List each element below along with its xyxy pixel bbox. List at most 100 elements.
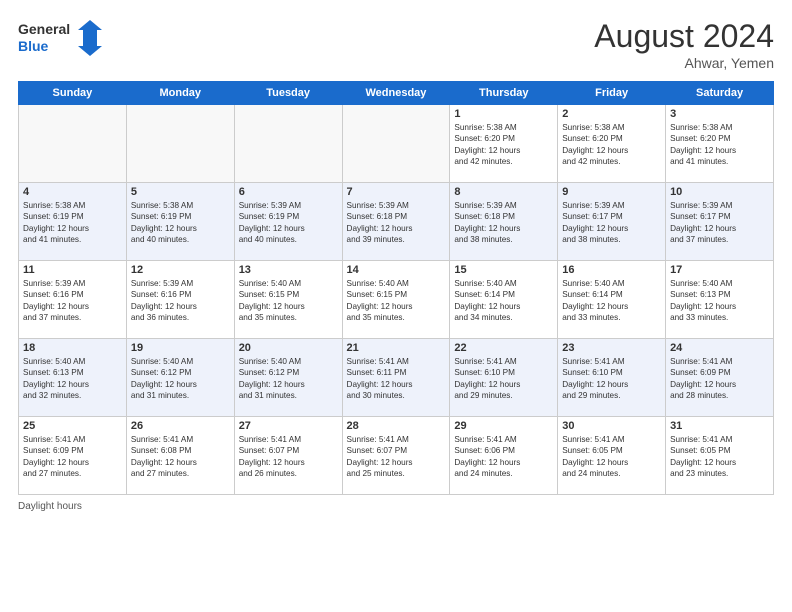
col-friday: Friday <box>558 82 666 105</box>
table-row: 31Sunrise: 5:41 AM Sunset: 6:05 PM Dayli… <box>666 417 774 495</box>
day-number: 18 <box>23 342 122 354</box>
col-thursday: Thursday <box>450 82 558 105</box>
day-number: 24 <box>670 342 769 354</box>
day-number: 29 <box>454 420 553 432</box>
day-number: 22 <box>454 342 553 354</box>
title-block: August 2024 Ahwar, Yemen <box>594 18 774 71</box>
day-info: Sunrise: 5:41 AM Sunset: 6:10 PM Dayligh… <box>454 356 553 402</box>
col-monday: Monday <box>126 82 234 105</box>
day-info: Sunrise: 5:41 AM Sunset: 6:06 PM Dayligh… <box>454 434 553 480</box>
col-tuesday: Tuesday <box>234 82 342 105</box>
day-number: 1 <box>454 108 553 120</box>
day-info: Sunrise: 5:39 AM Sunset: 6:16 PM Dayligh… <box>23 278 122 324</box>
day-info: Sunrise: 5:39 AM Sunset: 6:18 PM Dayligh… <box>347 200 446 246</box>
table-row: 18 Sunrise: 5:40 AM Sunset: 6:13 PM Dayli… <box>19 339 127 417</box>
day-info: Sunrise: 5:41 AM Sunset: 6:10 PM Dayligh… <box>562 356 661 402</box>
footer: Daylight hours <box>18 501 774 512</box>
day-info: Sunrise: 5:39 AM Sunset: 6:19 PM Dayligh… <box>239 200 338 246</box>
day-info: Sunrise: 5:40 AM Sunset: 6:14 PM Dayligh… <box>562 278 661 324</box>
table-row: 20 Sunrise: 5:40 AM Sunset: 6:12 PM Dayli… <box>234 339 342 417</box>
day-info: Sunrise: 5:40 AM Sunset: 6:15 PM Dayligh… <box>239 278 338 324</box>
day-number: 23 <box>562 342 661 354</box>
day-number: 20 <box>239 342 338 354</box>
day-number: 10 <box>670 186 769 198</box>
day-info: Sunrise: 5:40 AM Sunset: 6:12 PM Dayligh… <box>131 356 230 402</box>
table-row: 9Sunrise: 5:39 AM Sunset: 6:17 PM Daylig… <box>558 183 666 261</box>
day-info: Sunrise: 5:41 AM Sunset: 6:11 PM Dayligh… <box>347 356 446 402</box>
day-number: 6 <box>239 186 338 198</box>
day-number: 21 <box>347 342 446 354</box>
day-info: Sunrise: 5:39 AM Sunset: 6:18 PM Dayligh… <box>454 200 553 246</box>
day-info: Sunrise: 5:38 AM Sunset: 6:20 PM Dayligh… <box>454 122 553 168</box>
calendar-header-row: Sunday Monday Tuesday Wednesday Thursday… <box>19 82 774 105</box>
day-number: 19 <box>131 342 230 354</box>
table-row: 28Sunrise: 5:41 AM Sunset: 6:07 PM Dayli… <box>342 417 450 495</box>
table-row: 8 Sunrise: 5:39 AM Sunset: 6:18 PM Daylig… <box>450 183 558 261</box>
svg-text:Blue: Blue <box>18 38 49 54</box>
table-row: 21 Sunrise: 5:41 AM Sunset: 6:11 PM Dayli… <box>342 339 450 417</box>
day-info: Sunrise: 5:38 AM Sunset: 6:20 PM Dayligh… <box>670 122 769 168</box>
day-info: Sunrise: 5:41 AM Sunset: 6:07 PM Dayligh… <box>347 434 446 480</box>
day-info: Sunrise: 5:41 AM Sunset: 6:05 PM Dayligh… <box>562 434 661 480</box>
table-row: 19 Sunrise: 5:40 AM Sunset: 6:12 PM Dayli… <box>126 339 234 417</box>
day-number: 16 <box>562 264 661 276</box>
logo-svg: General Blue <box>18 18 108 60</box>
day-info: Sunrise: 5:40 AM Sunset: 6:13 PM Dayligh… <box>23 356 122 402</box>
daylight-label: Daylight hours <box>18 501 82 512</box>
table-row: 16 Sunrise: 5:40 AM Sunset: 6:14 PM Dayli… <box>558 261 666 339</box>
day-number: 11 <box>23 264 122 276</box>
header: General Blue August 2024 Ahwar, Yemen <box>18 18 774 71</box>
day-number: 4 <box>23 186 122 198</box>
day-info: Sunrise: 5:41 AM Sunset: 6:09 PM Dayligh… <box>23 434 122 480</box>
day-number: 27 <box>239 420 338 432</box>
day-info: Sunrise: 5:40 AM Sunset: 6:13 PM Dayligh… <box>670 278 769 324</box>
day-number: 8 <box>454 186 553 198</box>
col-sunday: Sunday <box>19 82 127 105</box>
day-info: Sunrise: 5:40 AM Sunset: 6:14 PM Dayligh… <box>454 278 553 324</box>
day-info: Sunrise: 5:41 AM Sunset: 6:08 PM Dayligh… <box>131 434 230 480</box>
day-info: Sunrise: 5:39 AM Sunset: 6:16 PM Dayligh… <box>131 278 230 324</box>
table-row: 24 Sunrise: 5:41 AM Sunset: 6:09 PM Dayli… <box>666 339 774 417</box>
calendar-week-row: 11 Sunrise: 5:39 AM Sunset: 6:16 PM Dayli… <box>19 261 774 339</box>
calendar-week-row: 1 Sunrise: 5:38 AM Sunset: 6:20 PM Daylig… <box>19 105 774 183</box>
day-info: Sunrise: 5:41 AM Sunset: 6:05 PM Dayligh… <box>670 434 769 480</box>
table-row: 1 Sunrise: 5:38 AM Sunset: 6:20 PM Daylig… <box>450 105 558 183</box>
day-number: 2 <box>562 108 661 120</box>
day-number: 3 <box>670 108 769 120</box>
table-row: 17Sunrise: 5:40 AM Sunset: 6:13 PM Dayli… <box>666 261 774 339</box>
month-year: August 2024 <box>594 18 774 55</box>
table-row: 6 Sunrise: 5:39 AM Sunset: 6:19 PM Daylig… <box>234 183 342 261</box>
table-row: 29 Sunrise: 5:41 AM Sunset: 6:06 PM Dayli… <box>450 417 558 495</box>
table-row: 7Sunrise: 5:39 AM Sunset: 6:18 PM Daylig… <box>342 183 450 261</box>
day-info: Sunrise: 5:41 AM Sunset: 6:09 PM Dayligh… <box>670 356 769 402</box>
svg-text:General: General <box>18 21 70 37</box>
table-row <box>126 105 234 183</box>
day-number: 9 <box>562 186 661 198</box>
table-row: 27 Sunrise: 5:41 AM Sunset: 6:07 PM Dayli… <box>234 417 342 495</box>
day-number: 14 <box>347 264 446 276</box>
table-row: 11 Sunrise: 5:39 AM Sunset: 6:16 PM Dayli… <box>19 261 127 339</box>
page: General Blue August 2024 Ahwar, Yemen Su… <box>0 0 792 612</box>
table-row: 23 Sunrise: 5:41 AM Sunset: 6:10 PM Dayli… <box>558 339 666 417</box>
table-row: 2 Sunrise: 5:38 AM Sunset: 6:20 PM Daylig… <box>558 105 666 183</box>
table-row: 12Sunrise: 5:39 AM Sunset: 6:16 PM Dayli… <box>126 261 234 339</box>
day-info: Sunrise: 5:41 AM Sunset: 6:07 PM Dayligh… <box>239 434 338 480</box>
day-info: Sunrise: 5:38 AM Sunset: 6:19 PM Dayligh… <box>131 200 230 246</box>
day-info: Sunrise: 5:38 AM Sunset: 6:20 PM Dayligh… <box>562 122 661 168</box>
table-row: 10Sunrise: 5:39 AM Sunset: 6:17 PM Dayli… <box>666 183 774 261</box>
table-row: 5Sunrise: 5:38 AM Sunset: 6:19 PM Daylig… <box>126 183 234 261</box>
day-number: 25 <box>23 420 122 432</box>
table-row <box>19 105 127 183</box>
table-row: 26 Sunrise: 5:41 AM Sunset: 6:08 PM Dayli… <box>126 417 234 495</box>
table-row: 14 Sunrise: 5:40 AM Sunset: 6:15 PM Dayli… <box>342 261 450 339</box>
calendar-week-row: 18 Sunrise: 5:40 AM Sunset: 6:13 PM Dayli… <box>19 339 774 417</box>
calendar: Sunday Monday Tuesday Wednesday Thursday… <box>18 81 774 495</box>
day-info: Sunrise: 5:38 AM Sunset: 6:19 PM Dayligh… <box>23 200 122 246</box>
col-saturday: Saturday <box>666 82 774 105</box>
day-info: Sunrise: 5:40 AM Sunset: 6:12 PM Dayligh… <box>239 356 338 402</box>
day-number: 26 <box>131 420 230 432</box>
table-row <box>234 105 342 183</box>
day-info: Sunrise: 5:40 AM Sunset: 6:15 PM Dayligh… <box>347 278 446 324</box>
location: Ahwar, Yemen <box>594 55 774 71</box>
col-wednesday: Wednesday <box>342 82 450 105</box>
